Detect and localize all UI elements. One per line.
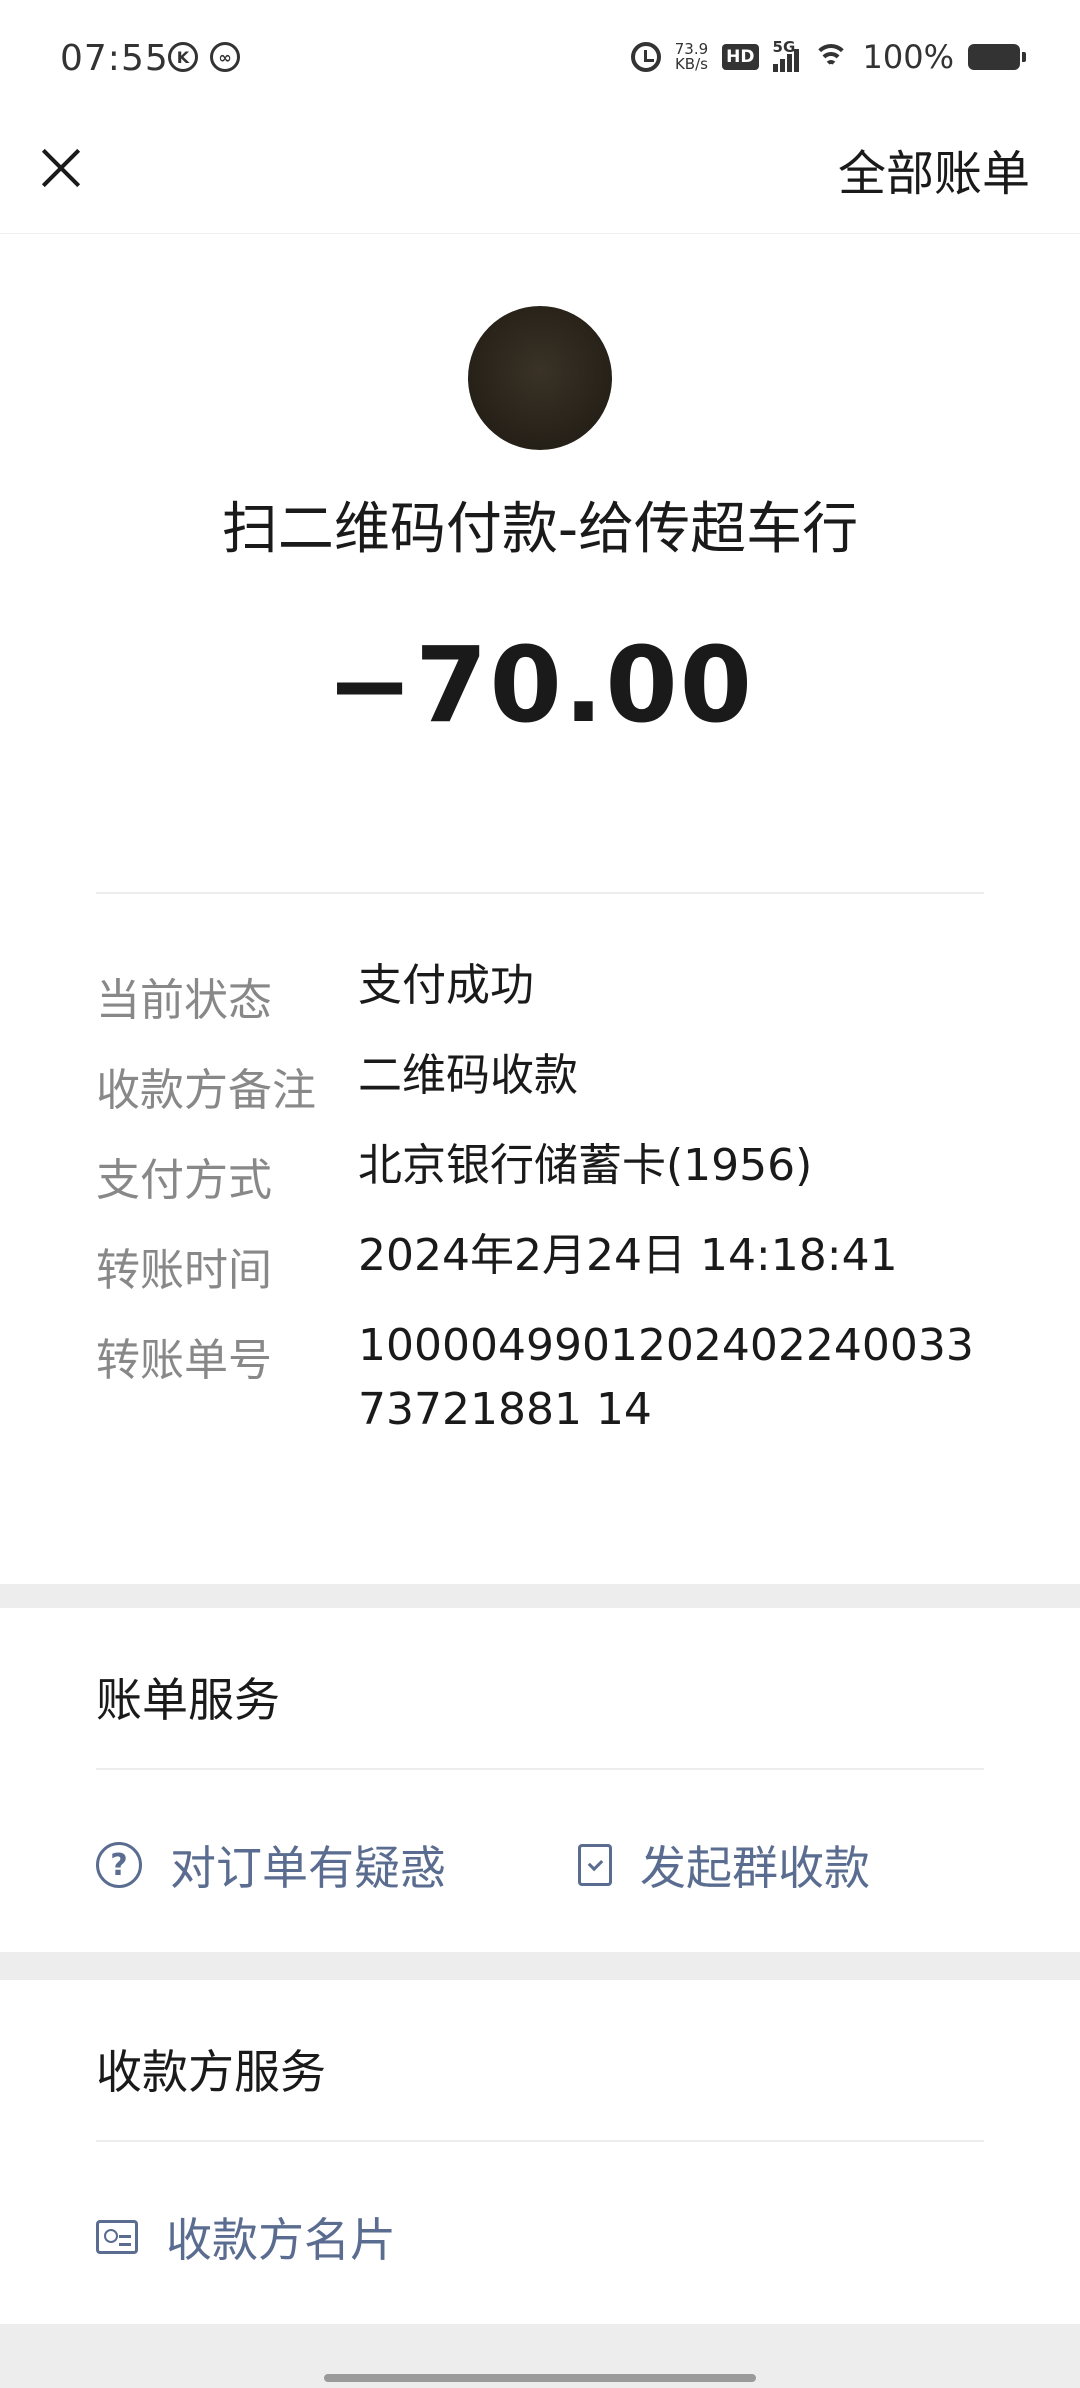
detail-row-payment-method: 支付方式 北京银行储蓄卡(1956) — [96, 1140, 996, 1234]
payee-service-section: 收款方服务 收款方名片 — [0, 1980, 1080, 2324]
dispute-order-label: 对订单有疑惑 — [170, 1841, 446, 1895]
close-icon[interactable] — [30, 138, 90, 198]
detail-value[interactable]: 100004990120240224003373721881 14 — [358, 1314, 998, 1442]
status-notification-icons: K ∞ — [168, 42, 240, 72]
detail-list: 当前状态 支付成功 收款方备注 二维码收款 支付方式 北京银行储蓄卡(1956)… — [96, 960, 996, 1435]
detail-label: 收款方备注 — [96, 1065, 316, 1116]
group-collect-label: 发起群收款 — [640, 1841, 870, 1895]
bill-detail-page: 07:55 K ∞ 73.9 KB/s HD 5G 100% 全部账单 扫二维码… — [0, 0, 1080, 2388]
group-collect-button[interactable]: 发起群收款 — [578, 1832, 870, 1898]
detail-row-status: 当前状态 支付成功 — [96, 960, 996, 1054]
detail-label: 转账时间 — [96, 1245, 272, 1296]
status-time: 07:55 — [60, 38, 169, 79]
detail-label: 当前状态 — [96, 975, 272, 1026]
detail-label: 转账单号 — [96, 1335, 272, 1386]
divider — [96, 2140, 984, 2142]
detail-value: 北京银行储蓄卡(1956) — [358, 1140, 813, 1191]
id-card-icon — [96, 2220, 138, 2254]
k-notification-icon: K — [168, 42, 198, 72]
detail-value: 二维码收款 — [358, 1050, 578, 1101]
payee-card-label: 收款方名片 — [166, 2213, 396, 2267]
section-title: 账单服务 — [96, 1673, 280, 1727]
network-speed-unit: KB/s — [674, 55, 708, 73]
battery-level: 100% — [862, 38, 954, 76]
top-nav: 全部账单 — [0, 118, 1080, 234]
dispute-order-button[interactable]: ? 对订单有疑惑 — [96, 1832, 446, 1898]
network-speed: 73.9 KB/s — [675, 42, 708, 72]
signal-5g-icon: 5G — [772, 38, 799, 72]
document-check-icon — [578, 1844, 612, 1886]
all-bills-link[interactable]: 全部账单 — [838, 134, 1030, 204]
signal-5g-label: 5G — [772, 38, 796, 56]
transaction-card: 扫二维码付款-给传超车行 −70.00 当前状态 支付成功 收款方备注 二维码收… — [0, 234, 1080, 1584]
home-indicator[interactable] — [324, 2374, 756, 2382]
detail-label: 支付方式 — [96, 1155, 272, 1206]
transaction-title: 扫二维码付款-给传超车行 — [221, 497, 859, 562]
bill-service-section: 账单服务 ? 对订单有疑惑 发起群收款 — [0, 1608, 1080, 1952]
status-bar: 07:55 K ∞ 73.9 KB/s HD 5G 100% — [0, 0, 1080, 118]
hd-icon: HD — [722, 44, 759, 70]
detail-row-transfer-id: 转账单号 100004990120240224003373721881 14 — [96, 1320, 996, 1435]
detail-value: 2024年2月24日 14:18:41 — [358, 1230, 898, 1281]
section-title: 收款方服务 — [96, 2045, 326, 2099]
merchant-avatar — [468, 306, 612, 450]
divider — [96, 1768, 984, 1770]
alarm-icon — [630, 42, 661, 72]
status-right-group: 73.9 KB/s HD 5G 100% — [630, 38, 1026, 76]
detail-value: 支付成功 — [358, 960, 534, 1011]
wifi-icon — [812, 42, 849, 72]
payee-card-button[interactable]: 收款方名片 — [96, 2204, 396, 2270]
question-circle-icon: ? — [96, 1842, 142, 1888]
detail-row-transfer-time: 转账时间 2024年2月24日 14:18:41 — [96, 1230, 996, 1324]
detail-row-payee-note: 收款方备注 二维码收款 — [96, 1050, 996, 1144]
app-notification-icon: ∞ — [210, 42, 240, 72]
battery-icon — [968, 44, 1026, 70]
transaction-amount: −70.00 — [325, 624, 755, 746]
divider — [96, 892, 984, 894]
